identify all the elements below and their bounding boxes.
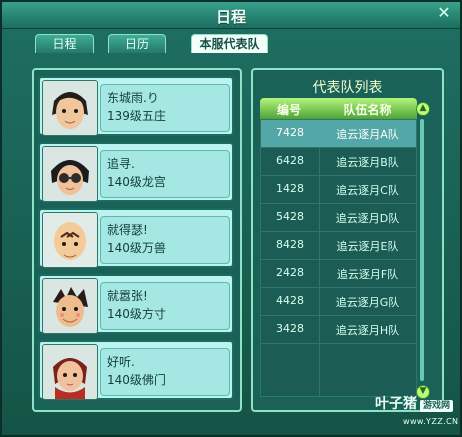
table-row[interactable]: 7428 追云逐月A队 xyxy=(261,120,416,148)
team-list-table: 7428 追云逐月A队 6428 追云逐月B队 1428 追云逐月C队 5428 追云逐… xyxy=(260,119,417,397)
team-id: 2428 xyxy=(276,266,304,279)
table-row[interactable]: 3428 追云逐月H队 xyxy=(261,316,416,344)
member-name: 就嚣张! xyxy=(107,289,148,303)
team-name: 追云逐月G队 xyxy=(335,296,400,309)
member-level: 139级五庄 xyxy=(107,109,166,123)
team-name: 追云逐月E队 xyxy=(336,240,399,253)
team-name: 追云逐月F队 xyxy=(336,268,399,281)
schedule-window: 日程 ✕ 日程 日历 本服代表队 东城雨.り 139级五庄 追寻. 140级龙宫 xyxy=(0,0,462,437)
tab-schedule[interactable]: 日程 xyxy=(35,34,94,53)
team-list-panel: 代表队列表 编号 队伍名称 7428 追云逐月A队 6428 追云逐月B队 1428… xyxy=(251,68,444,412)
header-id: 编号 xyxy=(276,103,301,117)
team-id: 3428 xyxy=(276,322,304,335)
member-card[interactable]: 就得瑟! 140级万兽 xyxy=(38,208,234,268)
member-name: 好听. xyxy=(107,355,135,369)
member-card[interactable]: 就嚣张! 140级方寸 xyxy=(38,274,234,334)
avatar xyxy=(42,344,98,400)
avatar xyxy=(42,80,98,136)
table-row[interactable]: 6428 追云逐月B队 xyxy=(261,148,416,176)
team-list-header: 编号 队伍名称 xyxy=(260,98,417,119)
table-row[interactable]: 8428 追云逐月E队 xyxy=(261,232,416,260)
member-info: 就得瑟! 140级万兽 xyxy=(100,216,230,264)
table-row[interactable]: 5428 追云逐月D队 xyxy=(261,204,416,232)
member-name: 就得瑟! xyxy=(107,223,148,237)
header-team-name: 队伍名称 xyxy=(343,103,392,117)
team-id: 5428 xyxy=(276,210,304,223)
member-name: 追寻. xyxy=(107,157,135,171)
close-icon[interactable]: ✕ xyxy=(436,5,452,21)
team-name: 追云逐月D队 xyxy=(335,212,400,225)
avatar xyxy=(42,146,98,202)
member-level: 140级方寸 xyxy=(107,307,166,321)
member-card[interactable]: 好听. 140级佛门 xyxy=(38,340,234,400)
team-list-scrollbar[interactable]: ▲ ▼ xyxy=(416,102,430,399)
member-card[interactable]: 追寻. 140级龙宫 xyxy=(38,142,234,202)
team-id: 4428 xyxy=(276,294,304,307)
member-panel: 东城雨.り 139级五庄 追寻. 140级龙宫 就得瑟! 140级万兽 就嚣张!… xyxy=(32,68,242,412)
team-name: 追云逐月C队 xyxy=(336,184,399,197)
member-info: 好听. 140级佛门 xyxy=(100,348,230,396)
tab-calendar[interactable]: 日历 xyxy=(108,34,166,53)
table-row[interactable]: 1428 追云逐月C队 xyxy=(261,176,416,204)
team-list-title: 代表队列表 xyxy=(312,80,383,96)
member-name: 东城雨.り xyxy=(107,91,159,105)
watermark-logo: 叶子猪 游戏网 xyxy=(375,397,454,412)
member-info: 追寻. 140级龙宫 xyxy=(100,150,230,198)
member-card[interactable]: 东城雨.り 139级五庄 xyxy=(38,76,234,136)
character-icon xyxy=(43,279,97,333)
scroll-track[interactable] xyxy=(420,119,424,381)
team-id: 7428 xyxy=(276,126,304,139)
tab-server-team[interactable]: 本服代表队 xyxy=(191,34,268,53)
character-icon xyxy=(43,213,97,267)
table-row[interactable]: 4428 追云逐月G队 xyxy=(261,288,416,316)
table-row[interactable]: 2428 追云逐月F队 xyxy=(261,260,416,288)
watermark-url: www.YZZ.CN xyxy=(403,417,459,426)
character-icon xyxy=(43,345,97,399)
team-name: 追云逐月H队 xyxy=(335,324,400,337)
team-id: 8428 xyxy=(276,238,304,251)
window-title: 日程 xyxy=(215,8,246,26)
team-id: 1428 xyxy=(276,182,304,195)
title-bar[interactable]: 日程 ✕ xyxy=(2,2,460,29)
character-icon xyxy=(43,147,97,201)
character-icon xyxy=(43,81,97,135)
avatar xyxy=(42,278,98,334)
member-level: 140级万兽 xyxy=(107,241,166,255)
member-info: 就嚣张! 140级方寸 xyxy=(100,282,230,330)
member-level: 140级龙宫 xyxy=(107,175,166,189)
team-id: 6428 xyxy=(276,154,304,167)
team-name: 追云逐月A队 xyxy=(336,128,399,141)
avatar xyxy=(42,212,98,268)
member-info: 东城雨.り 139级五庄 xyxy=(100,84,230,132)
member-level: 140级佛门 xyxy=(107,373,166,387)
scroll-up-icon[interactable]: ▲ xyxy=(416,102,430,116)
team-name: 追云逐月B队 xyxy=(336,156,399,169)
